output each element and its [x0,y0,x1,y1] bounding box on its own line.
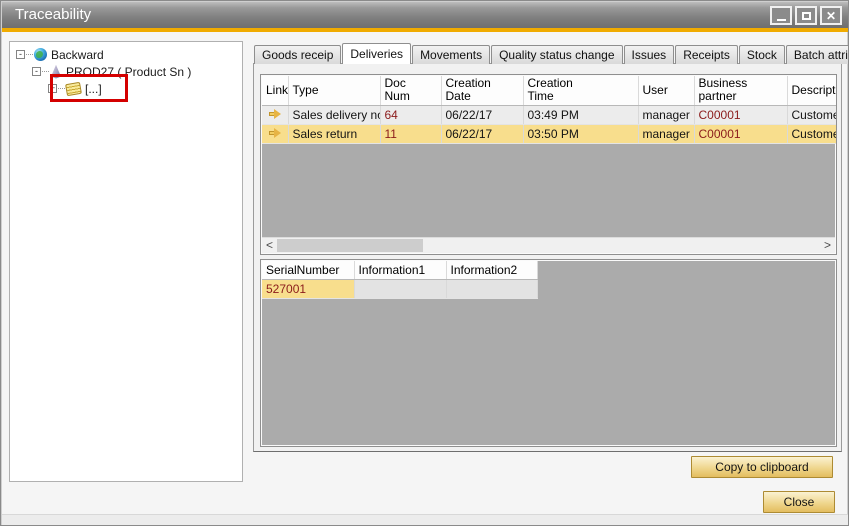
doc-num-cell[interactable]: 64 [380,105,441,124]
description-cell[interactable]: Customer [787,124,837,143]
column-header-information2: Information2 [446,261,537,279]
link-arrow-icon[interactable] [269,109,281,119]
tab-strip: Goods receip Deliveries Movements Qualit… [254,43,849,64]
tree-connector [26,54,33,55]
table-row-selected[interactable]: Sales return 11 06/22/17 03:50 PM manage… [262,124,837,143]
link-arrow-cell[interactable] [262,105,288,124]
serial-number-cell[interactable]: 527001 [262,279,354,298]
user-cell[interactable]: manager [638,124,694,143]
copy-to-clipboard-button[interactable]: Copy to clipboard [691,456,833,478]
information1-cell[interactable] [354,279,446,298]
tree-connector [58,88,65,89]
collapse-expander-icon[interactable]: - [16,50,25,59]
product-cone-icon [50,65,62,79]
tab-stock[interactable]: Stock [739,45,785,64]
traceability-window: Traceability ✕ - Backward - PROD27 ( Pro… [0,0,849,526]
globe-icon [34,48,47,61]
serials-header-row: SerialNumber Information1 Information2 [262,261,537,279]
accent-line [2,28,849,32]
column-header-user: User [638,76,694,105]
column-header-information1: Information1 [354,261,446,279]
user-cell[interactable]: manager [638,105,694,124]
tab-quality-status-change[interactable]: Quality status change [491,45,622,64]
tree-node-detail[interactable]: + [...] [10,80,242,97]
column-header-serial-number: SerialNumber [262,261,354,279]
description-cell[interactable]: Customer [787,105,837,124]
serials-table: SerialNumber Information1 Information2 5… [262,261,538,299]
type-cell[interactable]: Sales delivery note [288,105,380,124]
creation-time-cell[interactable]: 03:50 PM [523,124,638,143]
traceability-tree-panel: - Backward - PROD27 ( Product Sn ) + [..… [9,41,243,482]
tab-issues[interactable]: Issues [624,45,675,64]
tab-receipts[interactable]: Receipts [675,45,738,64]
tab-deliveries[interactable]: Deliveries [342,43,411,64]
tab-goods-receipt[interactable]: Goods receip [254,45,341,64]
type-cell[interactable]: Sales return [288,124,380,143]
scroll-left-icon[interactable]: < [262,238,277,253]
column-header-creation-date: CreationDate [441,76,523,105]
tree-connector [42,71,49,72]
minimize-button[interactable] [770,6,792,25]
tab-movements[interactable]: Movements [412,45,490,64]
column-header-link: Link [262,76,288,105]
close-icon: ✕ [826,10,836,22]
tree-node-label[interactable]: Backward [51,48,104,62]
tree-node-backward[interactable]: - Backward [10,46,242,63]
creation-time-cell[interactable]: 03:49 PM [523,105,638,124]
column-header-type: Type [288,76,380,105]
table-row-serial[interactable]: 527001 [262,279,537,298]
minimize-icon [777,19,786,21]
close-window-button[interactable]: ✕ [820,6,842,25]
doc-num-cell[interactable]: 11 [380,124,441,143]
documents-header-row: Link Type DocNum CreationDate CreationTi… [262,76,837,105]
notes-icon [65,81,82,95]
maximize-button[interactable] [795,6,817,25]
serials-grid: SerialNumber Information1 Information2 5… [260,259,837,447]
scroll-right-icon[interactable]: > [820,238,835,253]
documents-table: Link Type DocNum CreationDate CreationTi… [262,76,837,144]
link-arrow-icon[interactable] [269,128,281,138]
column-header-creation-time: CreationTime [523,76,638,105]
column-header-description: Description [787,76,837,105]
tree-node-label[interactable]: [...] [85,82,102,96]
horizontal-scrollbar[interactable]: < > [262,237,835,253]
deliveries-tab-page: Link Type DocNum CreationDate CreationTi… [253,63,842,452]
table-row[interactable]: Sales delivery note 64 06/22/17 03:49 PM… [262,105,837,124]
collapse-expander-icon[interactable]: - [32,67,41,76]
tree-node-prod27[interactable]: - PROD27 ( Product Sn ) [10,63,242,80]
scrollbar-thumb[interactable] [277,239,423,252]
window-title: Traceability [15,2,91,28]
column-header-business-partner: Businesspartner [694,76,787,105]
title-bar: Traceability ✕ [2,2,849,28]
business-partner-cell[interactable]: C00001 [694,124,787,143]
tab-batch-attribute[interactable]: Batch attribute [786,45,849,64]
tree-node-label[interactable]: PROD27 ( Product Sn ) [66,65,191,79]
link-arrow-cell[interactable] [262,124,288,143]
business-partner-cell[interactable]: C00001 [694,105,787,124]
window-bottom-strip [2,514,849,526]
window-controls: ✕ [770,6,842,25]
documents-grid: Link Type DocNum CreationDate CreationTi… [260,74,837,255]
maximize-icon [802,12,811,20]
creation-date-cell[interactable]: 06/22/17 [441,124,523,143]
expand-expander-icon[interactable]: + [48,84,57,93]
information2-cell[interactable] [446,279,537,298]
column-header-doc-num: DocNum [380,76,441,105]
close-button[interactable]: Close [763,491,835,513]
creation-date-cell[interactable]: 06/22/17 [441,105,523,124]
